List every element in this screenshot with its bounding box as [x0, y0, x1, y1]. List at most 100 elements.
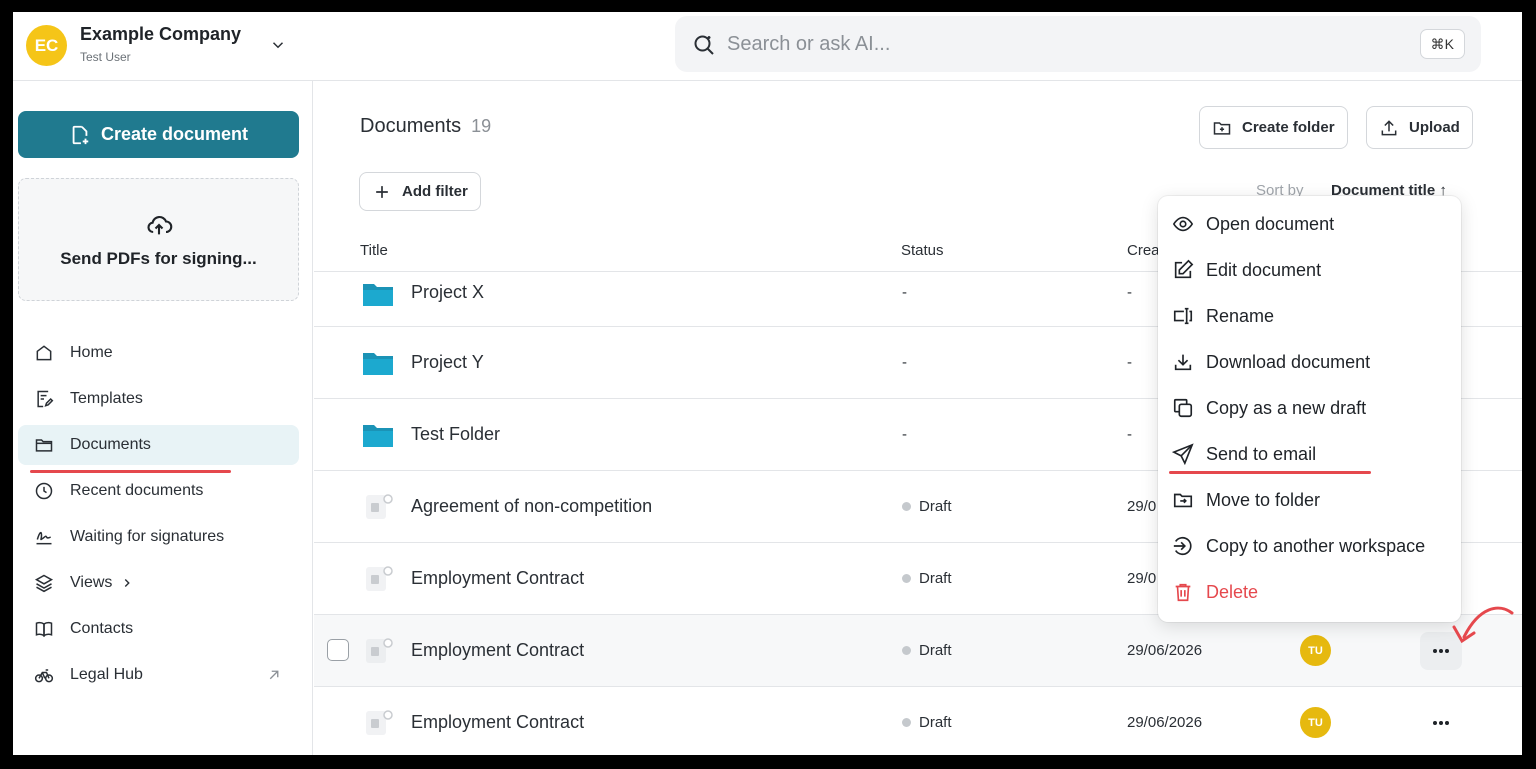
menu-item-label: Move to folder	[1206, 489, 1321, 510]
more-actions-button[interactable]	[1420, 704, 1462, 742]
document-draft-icon	[366, 638, 393, 663]
menu-item-label: Copy as a new draft	[1206, 397, 1367, 418]
create-document-button[interactable]: Create document	[18, 111, 299, 158]
menu-item-label: Edit document	[1206, 259, 1322, 280]
send-icon	[1172, 443, 1194, 465]
company-name[interactable]: Example Company	[80, 24, 241, 45]
sidebar-item-label: Templates	[70, 390, 143, 407]
status-dot	[902, 646, 911, 655]
page-title-text: Documents	[360, 115, 462, 137]
upload-button[interactable]: Upload	[1366, 106, 1473, 149]
folder-icon	[363, 284, 393, 306]
row-name[interactable]: Employment Contract	[411, 640, 584, 661]
menu-item-copy-to-another-workspace[interactable]: Copy to another workspace	[1172, 526, 1425, 566]
status-dot	[902, 718, 911, 727]
document-draft-icon	[366, 710, 393, 735]
sidebar-item-documents[interactable]: Documents	[18, 425, 299, 465]
book-icon	[35, 621, 53, 638]
sidebar-item-recent-documents[interactable]: Recent documents	[18, 471, 299, 511]
row-status-text: -	[902, 354, 907, 371]
row-created: -	[1127, 354, 1132, 371]
sidebar-item-label: Documents	[70, 436, 151, 453]
pdf-dropzone[interactable]: Send PDFs for signing...	[18, 178, 299, 301]
search-shortcut-badge: ⌘K	[1419, 29, 1465, 59]
status-dot	[902, 502, 911, 511]
sidebar-item-contacts[interactable]: Contacts	[18, 609, 299, 649]
add-filter-label: Add filter	[402, 183, 468, 200]
column-header-status[interactable]: Status	[901, 242, 944, 259]
download-icon	[1174, 354, 1192, 371]
menu-item-download-document[interactable]: Download document	[1172, 342, 1370, 382]
sidebar-item-legal-hub[interactable]: Legal Hub	[18, 655, 299, 695]
app-window: EC Example Company Test User ⌘K Create d…	[13, 12, 1522, 755]
row-status: -	[902, 426, 907, 443]
company-avatar[interactable]: EC	[26, 25, 67, 66]
document-draft-icon	[366, 494, 393, 519]
row-status-text: -	[902, 284, 907, 301]
column-header-created[interactable]: Crea	[1127, 242, 1160, 259]
sidebar-item-home[interactable]: Home	[18, 333, 299, 373]
search-bar[interactable]: ⌘K	[675, 16, 1481, 72]
sidebar-item-label: Waiting for signatures	[70, 528, 225, 545]
sidebar-item-templates[interactable]: Templates	[18, 379, 299, 419]
row-name[interactable]: Agreement of non-competition	[411, 496, 652, 517]
row-status-text: Draft	[919, 714, 952, 731]
menu-item-rename[interactable]: Rename	[1172, 296, 1274, 336]
row-checkbox[interactable]	[327, 639, 349, 661]
folder-icon	[363, 353, 393, 375]
search-ai-icon	[694, 35, 714, 55]
row-name[interactable]: Project Y	[411, 352, 484, 373]
menu-item-label: Copy to another workspace	[1206, 535, 1426, 556]
column-header-title[interactable]: Title	[360, 242, 388, 259]
row-status-text: Draft	[919, 498, 952, 515]
annotation-underline-send-to-email	[1169, 471, 1371, 474]
annotation-underline-documents	[30, 470, 231, 473]
menu-item-label: Open document	[1206, 213, 1335, 234]
document-count: 19	[471, 116, 492, 136]
signature-icon	[36, 531, 52, 545]
row-created: 29/06/2026	[1127, 714, 1203, 731]
menu-item-label: Download document	[1206, 351, 1371, 372]
row-status: -	[902, 284, 907, 301]
create-folder-label: Create folder	[1242, 119, 1335, 136]
upload-label: Upload	[1409, 119, 1460, 136]
owner-avatar[interactable]: TU	[1300, 707, 1331, 738]
table-row[interactable]: Employment Contract Draft 29/06/2026 TU	[314, 615, 1522, 687]
folder-plus-icon	[1213, 121, 1231, 135]
sidebar: Create document Send PDFs for signing...…	[13, 81, 313, 755]
menu-item-send-to-email[interactable]: Send to email	[1172, 434, 1316, 474]
table-row[interactable]: Employment Contract Draft 29/06/2026 TU	[314, 687, 1522, 755]
menu-item-label: Rename	[1206, 305, 1275, 326]
external-link-icon	[269, 670, 279, 680]
sidebar-item-waiting-for-signatures[interactable]: Waiting for signatures	[18, 517, 299, 557]
sidebar-item-label: Home	[70, 344, 113, 361]
sidebar-nav: Home Templates Documents Recent document…	[18, 333, 299, 701]
copy-icon	[1173, 398, 1193, 418]
folder-icon	[35, 439, 53, 452]
row-created: -	[1127, 284, 1132, 301]
template-icon	[37, 390, 54, 408]
folder-move-icon	[1173, 493, 1193, 508]
create-folder-button[interactable]: Create folder	[1199, 106, 1348, 149]
sidebar-item-label: Contacts	[70, 620, 134, 637]
row-name[interactable]: Test Folder	[411, 424, 500, 445]
status-dot	[902, 574, 911, 583]
menu-item-open-document[interactable]: Open document	[1172, 204, 1334, 244]
owner-avatar[interactable]: TU	[1300, 635, 1331, 666]
sidebar-item-views[interactable]: Views	[18, 563, 299, 603]
add-filter-button[interactable]: Add filter	[359, 172, 481, 211]
chevron-right-icon	[125, 579, 131, 587]
menu-item-move-to-folder[interactable]: Move to folder	[1172, 480, 1320, 520]
menu-item-delete[interactable]: Delete	[1172, 572, 1258, 612]
row-created: 29/0	[1127, 570, 1157, 587]
menu-item-label: Delete	[1206, 581, 1259, 602]
bicycle-icon	[34, 669, 54, 683]
row-name[interactable]: Employment Contract	[411, 568, 584, 589]
search-input[interactable]	[727, 28, 1327, 60]
row-name[interactable]: Project X	[411, 282, 484, 303]
chevron-down-icon[interactable]	[269, 36, 287, 54]
menu-item-copy-as-new-draft[interactable]: Copy as a new draft	[1172, 388, 1366, 428]
row-name[interactable]: Employment Contract	[411, 712, 584, 733]
page-title: Documents 19	[360, 115, 491, 138]
menu-item-edit-document[interactable]: Edit document	[1172, 250, 1321, 290]
